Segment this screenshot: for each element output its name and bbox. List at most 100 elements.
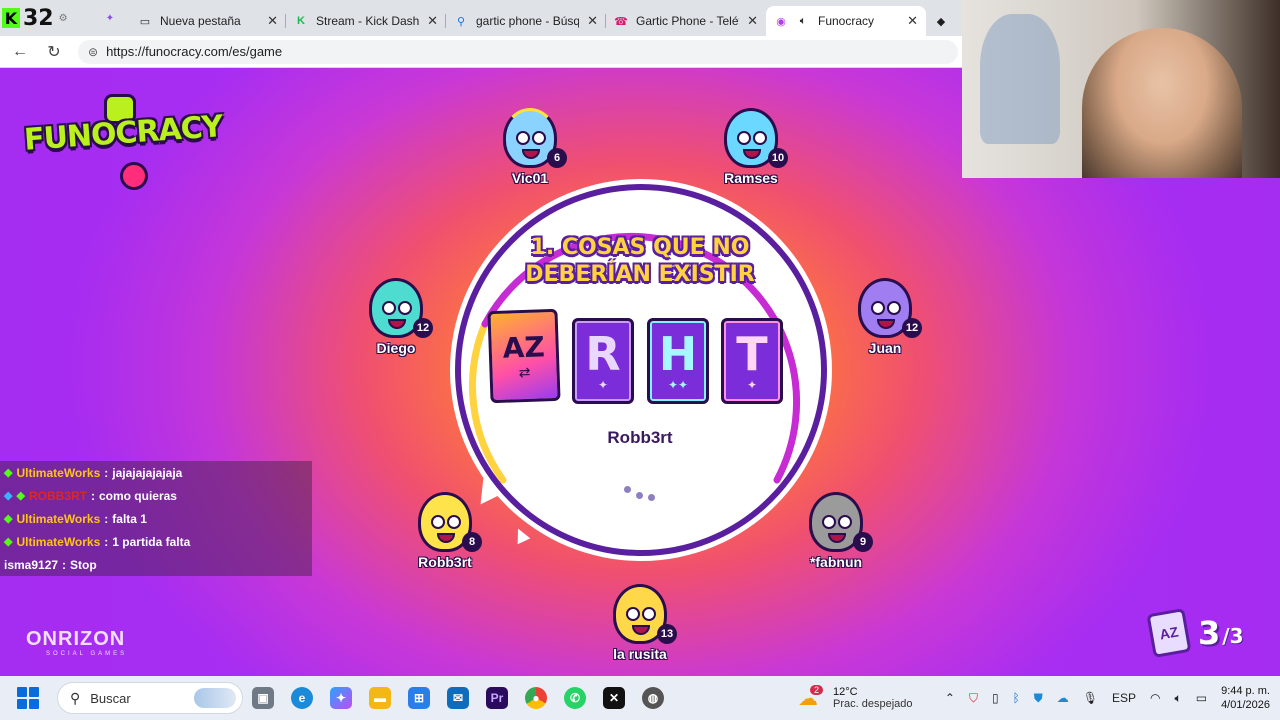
taskbar-search-box[interactable]: ⚲ Buscar: [57, 682, 243, 714]
language-indicator[interactable]: ESP: [1112, 691, 1136, 705]
pinned-tab[interactable]: ✦: [90, 0, 130, 36]
store-icon[interactable]: ⊞: [400, 680, 438, 716]
letter-card-t: T ✦: [721, 318, 783, 404]
swap-arrows-icon: ⇄: [518, 363, 531, 381]
tab-kick-dashboard[interactable]: K Stream - Kick Dashboard ✕: [286, 6, 446, 36]
letter-card-h: H ✦✦: [647, 318, 709, 404]
avatar-eye: [431, 515, 445, 529]
close-icon[interactable]: ✕: [427, 13, 438, 29]
player-vic01: 6 Vic01: [485, 108, 575, 200]
onedrive-icon[interactable]: ☁: [1057, 691, 1069, 705]
battery-icon[interactable]: ▭: [1196, 691, 1207, 705]
card-letter: H: [658, 327, 698, 381]
player-robb3rt: 8 Robb3rt: [400, 492, 490, 584]
tab-new-tab[interactable]: ▭ Nueva pestaña ✕: [130, 6, 286, 36]
avatar-eye: [822, 515, 836, 529]
outlook-icon[interactable]: ✉: [439, 680, 477, 716]
windows-start-icon[interactable]: [17, 687, 39, 709]
tab-title: Nueva pestaña: [160, 14, 241, 28]
microphone-icon[interactable]: 🎙︎: [1083, 691, 1098, 705]
kick-badge-icon: ◆: [4, 513, 13, 525]
tab-title: Gartic Phone - Teléfono: [636, 14, 739, 28]
card-stars: ✦✦: [667, 378, 689, 392]
security-shield-icon[interactable]: ⛉: [969, 691, 978, 706]
kick-viewer-count: 32: [23, 5, 54, 31]
player-name: Ramses: [724, 170, 778, 186]
search-label: Buscar: [90, 690, 131, 706]
task-view-icon[interactable]: ▣: [244, 680, 282, 716]
weather-badge: 2: [810, 685, 824, 695]
chat-message: ◆ ◆ ROBB3RT : como quieras: [0, 484, 312, 507]
kick-settings-icon[interactable]: ⚙: [59, 13, 68, 24]
wifi-icon[interactable]: ◠: [1150, 691, 1160, 705]
usb-icon[interactable]: ▯: [992, 691, 999, 705]
kick-icon: K: [297, 15, 305, 27]
new-tab-icon: ▭: [139, 15, 151, 28]
player-score: 10: [768, 148, 788, 168]
weather-temperature: 12°C: [833, 686, 858, 698]
onrizon-brand: ONRIZON SOCIAL GAMES: [26, 628, 127, 657]
tab-gartic-search[interactable]: ⚲ gartic phone - Búsqueda ✕: [446, 6, 606, 36]
defender-icon[interactable]: ⛊: [1034, 691, 1043, 706]
whatsapp-icon[interactable]: ✆: [556, 680, 594, 716]
close-icon[interactable]: ✕: [267, 13, 278, 29]
player-score: 8: [462, 532, 482, 552]
chat-username: ROBB3RT: [28, 488, 87, 503]
funocracy-icon: ◉: [776, 15, 786, 28]
capcut-icon[interactable]: ✕: [595, 680, 633, 716]
kick-viewer-badge: K 32 ⚙: [0, 0, 90, 36]
system-tray: ⌃ ⛉ ▯ ᛒ ⛊ ☁ 🎙︎ ESP ◠ 🔈︎ ▭ 9:44 p. m. 4/0…: [945, 684, 1280, 712]
chevron-up-icon[interactable]: ⌃: [945, 691, 955, 705]
copilot-icon[interactable]: ✦: [322, 680, 360, 716]
reload-icon[interactable]: ↻: [44, 42, 64, 62]
taskbar-clock[interactable]: 9:44 p. m. 4/01/2026: [1221, 684, 1270, 712]
weather-description: Prac. despejado: [833, 698, 913, 710]
tab-funocracy[interactable]: ◉ 🔈︎ Funocracy ✕: [766, 6, 926, 36]
tab-partial[interactable]: ◆ E: [926, 6, 956, 36]
az-card-label: AZ: [502, 330, 546, 365]
chat-username: UltimateWorks: [16, 511, 101, 526]
az-card: AZ ⇄: [487, 308, 561, 404]
player-score: 13: [657, 624, 677, 644]
tab-gartic-phone[interactable]: ☎ Gartic Phone - Teléfono ✕: [606, 6, 766, 36]
speaker-icon[interactable]: 🔈︎: [796, 14, 810, 28]
game-launcher-icon[interactable]: ◍: [634, 680, 672, 716]
search-icon: ⚲: [70, 689, 81, 706]
gartic-icon: ☎: [614, 15, 628, 28]
chat-username: isma9127: [4, 557, 59, 572]
chat-text: Stop: [70, 557, 97, 572]
volume-icon[interactable]: 🔈︎: [1175, 691, 1182, 706]
site-info-icon[interactable]: ⊜: [88, 45, 98, 59]
chat-username: UltimateWorks: [16, 465, 101, 480]
card-stars: ✦: [746, 378, 758, 392]
card-letter: R: [585, 327, 621, 381]
chat-text: falta 1: [112, 511, 147, 526]
pinned-app-icon: ✦: [105, 12, 115, 24]
url-field[interactable]: ⊜ https://funocracy.com/es/game: [78, 39, 958, 64]
letter-card-r: R ✦: [572, 318, 634, 404]
avatar-eye: [737, 131, 751, 145]
az-round-icon: AZ: [1146, 608, 1192, 658]
close-icon[interactable]: ✕: [587, 13, 598, 29]
file-explorer-icon[interactable]: ▬: [361, 680, 399, 716]
search-highlight-icon: [194, 688, 236, 708]
weather-widget[interactable]: ☁ 2 12°C Prac. despejado: [798, 685, 913, 711]
player-la-rusita: 13 la rusita: [595, 584, 685, 676]
avatar-eye: [887, 301, 901, 315]
premiere-icon[interactable]: Pr: [478, 680, 516, 716]
chat-text: jajajajajajaja: [112, 465, 183, 480]
player-score: 12: [413, 318, 433, 338]
player-score: 6: [547, 148, 567, 168]
chat-message: ◆ UltimateWorks : 1 partida falta: [0, 530, 312, 553]
brand-subtitle: SOCIAL GAMES: [46, 651, 128, 657]
close-icon[interactable]: ✕: [907, 13, 918, 29]
player-score: 12: [902, 318, 922, 338]
bluetooth-icon[interactable]: ᛒ: [1013, 691, 1020, 705]
chrome-icon[interactable]: ●: [517, 680, 555, 716]
close-icon[interactable]: ✕: [747, 13, 758, 29]
player-ramses: 10 Ramses: [706, 108, 796, 200]
avatar-eye: [447, 515, 461, 529]
logo-face-icon: [120, 162, 148, 190]
back-arrow-icon[interactable]: ←: [10, 43, 30, 61]
edge-icon[interactable]: e: [283, 680, 321, 716]
